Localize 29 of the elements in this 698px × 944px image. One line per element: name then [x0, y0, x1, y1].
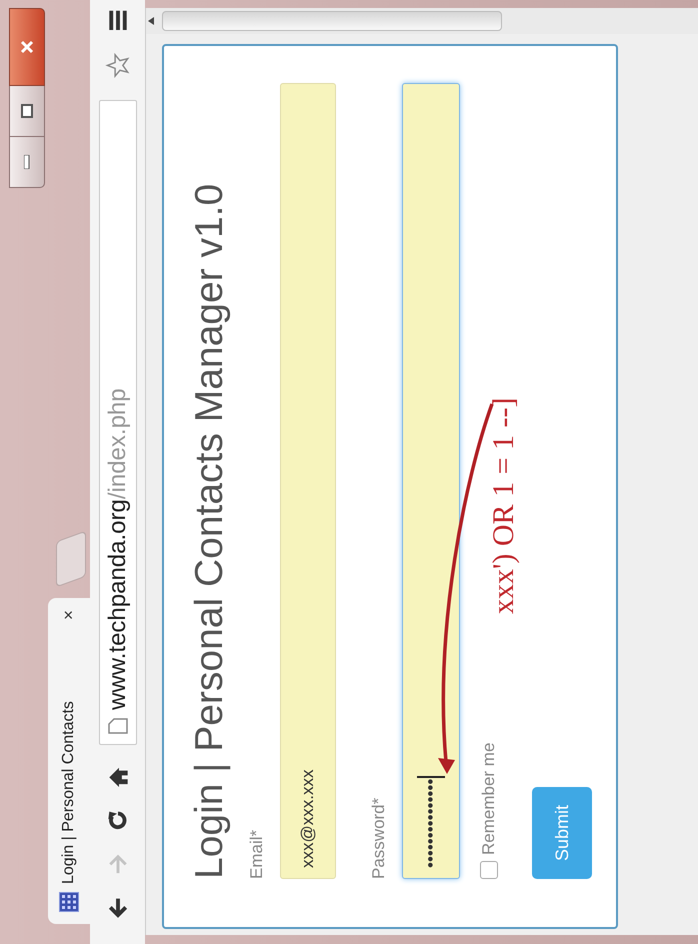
- reload-icon[interactable]: [106, 810, 128, 832]
- url-text: www.techpanda.org/index.php: [102, 388, 132, 710]
- maximize-button[interactable]: [9, 86, 45, 136]
- scroll-thumb[interactable]: [162, 11, 502, 31]
- minimize-button[interactable]: [9, 136, 45, 188]
- scrollbar[interactable]: [146, 8, 698, 34]
- back-icon[interactable]: [106, 896, 128, 918]
- page-icon: [108, 718, 128, 734]
- tab-close-button[interactable]: ×: [56, 610, 82, 620]
- menu-icon[interactable]: [108, 10, 128, 32]
- browser-tab[interactable]: Login | Personal Contacts ×: [48, 598, 90, 924]
- close-window-button[interactable]: [9, 8, 45, 86]
- home-icon[interactable]: [106, 766, 128, 788]
- grid-icon: [59, 892, 79, 912]
- remember-label: Remember me: [478, 742, 500, 855]
- scroll-up-icon[interactable]: [148, 17, 154, 25]
- address-bar[interactable]: www.techpanda.org/index.php: [98, 100, 136, 745]
- page-heading: Login | Personal Contacts Manager v1.0: [187, 182, 232, 879]
- remember-checkbox[interactable]: [480, 861, 498, 879]
- input-field[interactable]: •••••••••••••••: [402, 83, 460, 879]
- annotation-text: xxx') OR 1 = 1 --]: [486, 398, 521, 614]
- minimize-icon: [24, 155, 30, 169]
- maximize-icon: [21, 104, 33, 118]
- input-field[interactable]: xxx@xxx.xxx: [280, 83, 336, 879]
- close-icon: [20, 40, 34, 54]
- star-icon[interactable]: [104, 53, 130, 78]
- field-label: Email*: [246, 828, 267, 879]
- field-label: Password*: [368, 796, 389, 879]
- tab-title: Login | Personal Contacts: [59, 700, 78, 884]
